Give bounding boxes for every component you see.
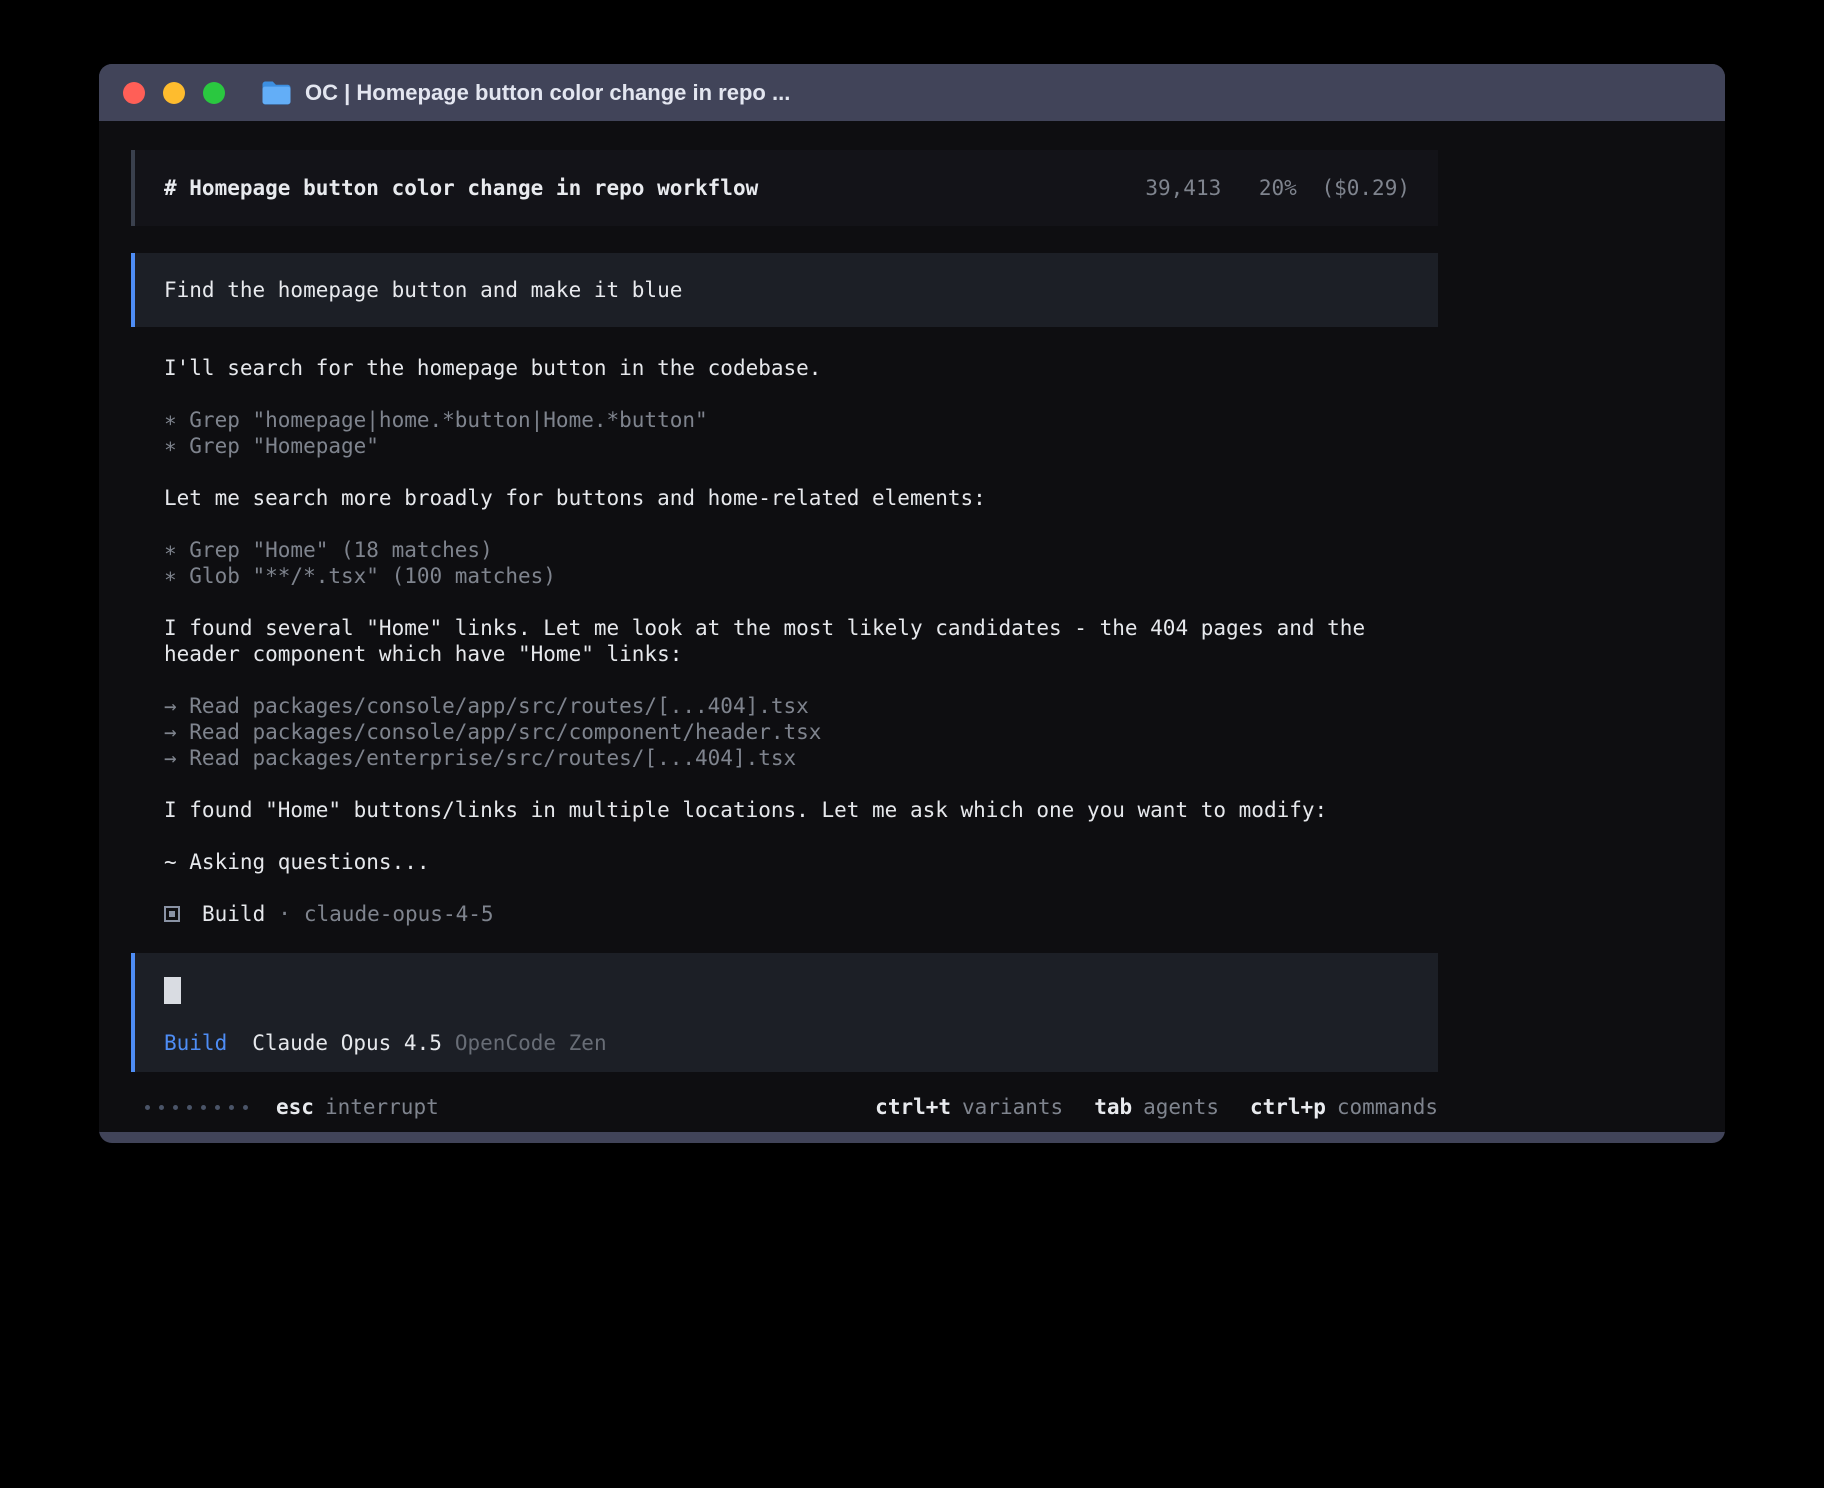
spinner-dot [159,1105,164,1110]
model-label: Claude Opus 4.5 [252,1030,442,1056]
status-bar-left: esc interrupt [131,1094,439,1120]
spinner-dot [201,1105,206,1110]
agent-separator: · [278,901,291,927]
tool-call-line: ∗ Glob "**/*.tsx" (100 matches) [164,563,1438,589]
session-cost: ($0.29) [1321,176,1410,200]
assistant-paragraph: I'll search for the homepage button in t… [164,355,1438,381]
close-button[interactable] [123,82,145,104]
tool-call-line: → Read packages/console/app/src/routes/[… [164,693,1438,719]
esc-key: esc [276,1094,314,1120]
spinner-dot [215,1105,220,1110]
shortcut-agents: tab agents [1094,1094,1219,1120]
status-bar: esc interrupt ctrl+t variants tab agents… [131,1094,1438,1120]
window-title: OC | Homepage button color change in rep… [305,80,790,106]
assistant-paragraph: Let me search more broadly for buttons a… [164,485,1438,511]
tool-call-group: ∗ Grep "homepage|home.*button|Home.*butt… [164,407,1438,459]
context-percent: 20% [1259,176,1297,200]
shortcut-variants: ctrl+t variants [875,1094,1063,1120]
provider-label: OpenCode Zen [455,1030,607,1056]
assistant-paragraph: I found several "Home" links. Let me loo… [164,615,1438,667]
user-message-text: Find the homepage button and make it blu… [164,278,682,302]
token-count: 39,413 [1145,176,1221,200]
agent-icon [164,906,180,922]
window-titlebar[interactable]: OC | Homepage button color change in rep… [99,64,1725,121]
assistant-paragraph: I found "Home" buttons/links in multiple… [164,797,1438,823]
spinner-dot [173,1105,178,1110]
tool-call-line: → Read packages/enterprise/src/routes/[.… [164,745,1438,771]
terminal-window: OC | Homepage button color change in rep… [99,64,1725,1143]
shortcut-label: variants [962,1094,1063,1120]
agent-status-line: Build · claude-opus-4-5 [164,901,1438,927]
interrupt-label: interrupt [325,1094,439,1120]
spinner-dot [229,1105,234,1110]
session-title: # Homepage button color change in repo w… [164,175,758,201]
session-header: # Homepage button color change in repo w… [131,150,1438,226]
tool-call-group: ∗ Grep "Home" (18 matches) ∗ Glob "**/*.… [164,537,1438,589]
spinner-dot [145,1105,150,1110]
user-message: Find the homepage button and make it blu… [131,253,1438,327]
tool-call-line: ∗ Grep "homepage|home.*button|Home.*butt… [164,407,1438,433]
spinner-dot [187,1105,192,1110]
mode-label: Build [164,1030,227,1056]
shortcut-key: ctrl+t [875,1094,951,1120]
shortcut-commands: ctrl+p commands [1250,1094,1438,1120]
session-stats: 39,413 20% ($0.29) [1145,175,1410,201]
tool-call-line: ∗ Grep "Homepage" [164,433,1438,459]
zoom-button[interactable] [203,82,225,104]
tool-call-group: → Read packages/console/app/src/routes/[… [164,693,1438,771]
shortcut-label: commands [1337,1094,1438,1120]
terminal-content: # Homepage button color change in repo w… [99,121,1725,1132]
minimize-button[interactable] [163,82,185,104]
text-cursor [164,977,181,1004]
transcript: I'll search for the homepage button in t… [131,355,1438,927]
shortcut-key: ctrl+p [1250,1094,1326,1120]
shortcut-label: agents [1143,1094,1219,1120]
agent-name: Build [202,901,265,927]
input-meta: Build Claude Opus 4.5 OpenCode Zen [164,1030,1409,1056]
shortcut-key: tab [1094,1094,1132,1120]
tool-call-line: ∗ Grep "Home" (18 matches) [164,537,1438,563]
tool-call-line: → Read packages/console/app/src/componen… [164,719,1438,745]
folder-icon [261,80,292,106]
agent-model: claude-opus-4-5 [304,901,494,927]
status-line: ~ Asking questions... [164,849,1438,875]
status-bar-right: ctrl+t variants tab agents ctrl+p comman… [844,1094,1438,1120]
traffic-lights [123,82,225,104]
spinner-dot [243,1105,248,1110]
spinner [145,1105,248,1110]
prompt-input[interactable]: Build Claude Opus 4.5 OpenCode Zen [131,953,1438,1072]
